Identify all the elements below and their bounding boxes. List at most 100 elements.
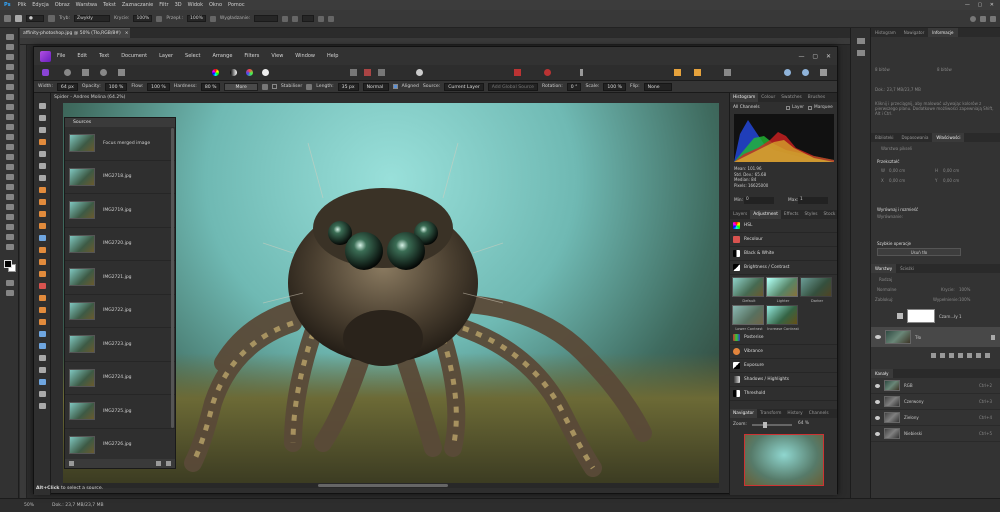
symmetry-icon[interactable] (328, 15, 335, 22)
close-tab-icon[interactable]: × (125, 31, 129, 36)
ps-menu-image[interactable]: Obraz (52, 2, 73, 8)
channel-row[interactable]: Zielony Ctrl+4 (871, 410, 1000, 426)
pressure-size-icon[interactable] (318, 15, 325, 22)
healing-tool-icon[interactable] (6, 104, 14, 110)
tab-stock[interactable]: Stock (821, 210, 839, 219)
eye-icon[interactable] (875, 335, 881, 339)
max-field[interactable]: 1 (798, 197, 828, 204)
fx-icon[interactable] (940, 353, 945, 358)
layer-row[interactable]: Czarn...ły 1 (871, 307, 1000, 325)
af-red-eye-icon[interactable] (39, 283, 46, 289)
angle-icon[interactable] (292, 15, 299, 22)
af-menu-document[interactable]: Document (115, 53, 153, 59)
source-item[interactable]: IMG2718.jpg (65, 161, 175, 194)
krycie-field[interactable]: 100% (133, 15, 153, 22)
layer-filter-kind[interactable]: Rodzaj (879, 277, 892, 282)
brush-tool-icon[interactable] (15, 15, 22, 22)
pen-pressure-icon[interactable] (580, 69, 583, 76)
more-tools-icon[interactable] (6, 244, 14, 250)
aligned-checkbox[interactable] (392, 84, 398, 89)
af-text-tool-icon[interactable] (39, 391, 46, 397)
af-menu-layer[interactable]: Layer (153, 53, 179, 59)
preset-thumb[interactable] (766, 305, 798, 325)
zoom-slider[interactable] (752, 424, 792, 426)
tab-history[interactable]: History (784, 409, 805, 418)
angle-field[interactable] (302, 15, 315, 22)
zoom-tool-icon[interactable] (6, 234, 14, 240)
af-flood-select-icon[interactable] (39, 151, 46, 157)
move-tool-icon[interactable] (6, 34, 14, 40)
adjustment-item[interactable]: Brightness / Contrast (730, 261, 837, 275)
af-menu-edit[interactable]: Edit (71, 53, 93, 59)
history-brush-tool-icon[interactable] (6, 134, 14, 140)
af-blur-brush-icon[interactable] (39, 307, 46, 313)
add-global-source-button[interactable]: Add Global Source (487, 82, 538, 91)
quick-mask-icon[interactable] (416, 69, 423, 76)
ps-zoom-readout[interactable]: 50% (24, 503, 34, 508)
brush-size-field[interactable]: ● (26, 15, 44, 22)
width-field[interactable]: 64 px (56, 82, 78, 91)
tab-paths[interactable]: Ścieżki (896, 266, 918, 271)
blend-mode-select[interactable]: Normal (362, 82, 389, 91)
eye-icon[interactable] (875, 383, 880, 388)
folder-icon[interactable] (967, 353, 972, 358)
af-menu-arrange[interactable]: Arrange (206, 53, 238, 59)
arrange-back-icon[interactable] (674, 69, 681, 76)
af-view-tool-icon[interactable] (39, 115, 46, 121)
levels-icon[interactable] (230, 69, 237, 76)
trash-icon[interactable] (985, 353, 990, 358)
adjustment-item[interactable]: Posterise (730, 331, 837, 345)
snapping-icon[interactable] (544, 69, 551, 76)
colour-balance-icon[interactable] (246, 69, 253, 76)
shape-tool-icon[interactable] (6, 214, 14, 220)
props-x-field[interactable]: 0,00 cm (889, 178, 905, 183)
remove-background-button[interactable]: Usuń tło (877, 248, 961, 256)
foreground-color-swatch[interactable] (4, 260, 12, 268)
af-blemish-icon[interactable] (39, 259, 46, 265)
af-pen-tool-icon[interactable] (39, 355, 46, 361)
adjustment-item[interactable]: Threshold (730, 387, 837, 401)
preset-thumb[interactable] (800, 277, 832, 297)
source-item[interactable]: IMG2726.jpg (65, 429, 175, 462)
sources-menu-icon[interactable] (69, 461, 74, 466)
tryb-select[interactable]: Zwykły (73, 15, 110, 22)
tab-layers[interactable]: Warstwy (871, 264, 897, 273)
link-icon[interactable] (931, 353, 936, 358)
ps-document-tab[interactable]: affinity-photoshop.jpg @ 50% (Tło,RGB/8#… (20, 28, 130, 38)
lasso-tool-icon[interactable] (6, 54, 14, 60)
adjustment-item[interactable]: Vibrance (730, 345, 837, 359)
maximize-icon[interactable]: ▢ (974, 2, 985, 8)
flow-field[interactable]: 100 % (147, 82, 170, 91)
blur-tool-icon[interactable] (6, 164, 14, 170)
layer-checkbox[interactable] (786, 106, 790, 110)
adjustment-item[interactable]: Black & White (730, 247, 837, 261)
layer-row[interactable]: Tło (871, 327, 1000, 347)
dodge-tool-icon[interactable] (6, 174, 14, 180)
adjustment-item[interactable]: HSL (730, 219, 837, 233)
brush-panel-icon[interactable] (48, 15, 55, 22)
selection-mode-icon[interactable] (350, 69, 357, 76)
channel-row[interactable]: Czerwony Ctrl+3 (871, 394, 1000, 410)
channel-row[interactable]: Niebieski Ctrl+5 (871, 426, 1000, 442)
layer-opacity-field[interactable]: 100% (959, 287, 970, 292)
gradient-tool-icon[interactable] (6, 154, 14, 160)
tab-colour[interactable]: Colour (758, 93, 778, 102)
tab-navigator[interactable]: Navigator (730, 409, 758, 418)
af-move-tool-icon[interactable] (39, 103, 46, 109)
source-item[interactable]: IMG2719.jpg (65, 194, 175, 228)
af-fill-tool-icon[interactable] (39, 331, 46, 337)
hardness-field[interactable]: 80 % (200, 82, 221, 91)
minimize-icon[interactable]: — (962, 2, 973, 8)
zoom-slider-handle[interactable] (763, 422, 767, 428)
new-layer-icon[interactable] (976, 353, 981, 358)
ps-menu-window[interactable]: Okno (206, 2, 225, 8)
af-freehand-select-icon[interactable] (39, 175, 46, 181)
source-item[interactable]: IMG2722.jpg (65, 295, 175, 328)
tab-info[interactable]: Informacje (928, 28, 958, 37)
source-item[interactable]: IMG2725.jpg (65, 395, 175, 429)
af-menu-view[interactable]: View (265, 53, 289, 59)
source-item[interactable]: IMG2720.jpg (65, 228, 175, 261)
marquee-checkbox[interactable] (808, 106, 812, 110)
eye-icon[interactable] (875, 415, 880, 420)
brush-tool-icon[interactable] (6, 114, 14, 120)
